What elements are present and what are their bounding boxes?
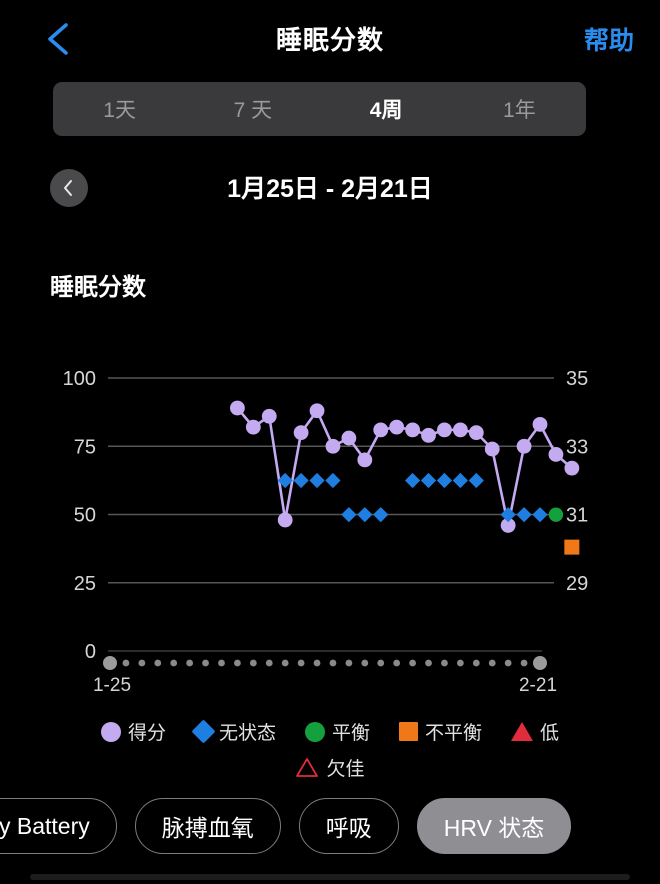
sleep-score-chart[interactable]: 0 25 50 75 100 29 31 33 35 1-25 2-21 <box>0 350 660 700</box>
sleep-score-screen: 睡眠分数 帮助 1天 7 天 4周 1年 1月25日 - 2月21日 睡眠分数 … <box>0 0 660 884</box>
chip-hrv-status[interactable]: HRV 状态 <box>416 798 572 854</box>
chip-body-battery[interactable]: y Battery <box>0 798 117 854</box>
chart-legend: 得分 无状态 平衡 不平衡 低 欠佳 <box>0 718 660 790</box>
legend-item-no-status: 无状态 <box>191 718 276 745</box>
time-range-segmented-control[interactable]: 1天 7 天 4周 1年 <box>53 82 586 136</box>
legend-row-secondary: 欠佳 <box>0 754 660 781</box>
svg-text:0: 0 <box>85 641 96 663</box>
svg-text:1-25: 1-25 <box>93 675 131 696</box>
score-circle-icon <box>100 721 121 742</box>
legend-label: 平衡 <box>331 723 370 744</box>
chip-pulse-ox[interactable]: 脉搏血氧 <box>134 798 281 854</box>
segment-1-year[interactable]: 1年 <box>453 82 586 136</box>
page-title: 睡眠分数 <box>275 25 384 55</box>
svg-text:25: 25 <box>74 573 96 595</box>
svg-text:31: 31 <box>566 505 588 527</box>
poor-triangle-outline-icon <box>295 757 319 778</box>
legend-item-balanced: 平衡 <box>304 718 370 745</box>
segment-1-day[interactable]: 1天 <box>53 82 186 136</box>
unbalanced-square-icon <box>399 722 418 741</box>
legend-item-score: 得分 <box>100 718 166 745</box>
low-triangle-icon <box>511 722 534 741</box>
legend-label: 不平衡 <box>425 723 483 744</box>
legend-label: 无状态 <box>218 723 276 744</box>
svg-text:100: 100 <box>63 368 96 390</box>
svg-text:29: 29 <box>566 573 588 595</box>
svg-text:2-21: 2-21 <box>519 675 557 696</box>
svg-text:50: 50 <box>74 505 96 527</box>
chip-respiration[interactable]: 呼吸 <box>298 798 399 854</box>
legend-label: 低 <box>540 723 560 744</box>
balanced-circle-icon <box>304 721 325 742</box>
chart-section-title: 睡眠分数 <box>50 274 146 301</box>
legend-item-poor: 欠佳 <box>295 754 365 781</box>
legend-item-low: 低 <box>511 718 559 745</box>
legend-item-unbalanced: 不平衡 <box>399 718 482 745</box>
date-navigation: 1月25日 - 2月21日 <box>0 166 660 212</box>
legend-label: 欠佳 <box>326 759 365 780</box>
legend-label: 得分 <box>127 723 166 744</box>
date-range-label: 1月25日 - 2月21日 <box>227 175 433 203</box>
svg-text:35: 35 <box>566 368 588 390</box>
legend-row-primary: 得分 无状态 平衡 不平衡 低 <box>0 718 660 745</box>
help-link[interactable]: 帮助 <box>584 21 634 57</box>
segment-4-weeks[interactable]: 4周 <box>320 82 453 136</box>
home-indicator <box>30 874 630 880</box>
metric-chip-bar[interactable]: y Battery 脉搏血氧 呼吸 HRV 状态 <box>0 795 660 857</box>
svg-text:33: 33 <box>566 436 588 458</box>
svg-text:75: 75 <box>74 436 96 458</box>
app-header: 睡眠分数 帮助 <box>0 0 660 76</box>
no-status-diamond-icon <box>191 719 216 744</box>
segment-7-days[interactable]: 7 天 <box>186 82 319 136</box>
